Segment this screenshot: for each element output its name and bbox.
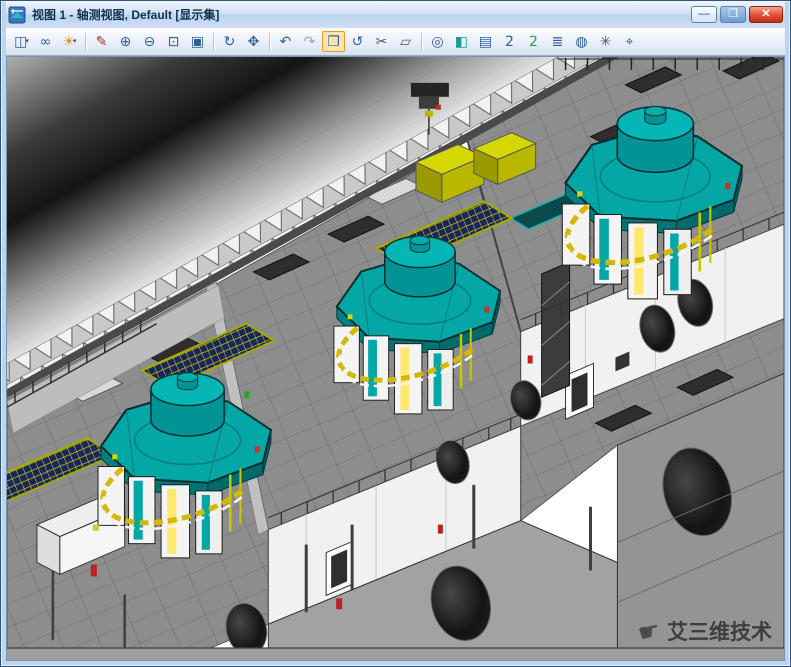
level-display-button[interactable]: ≣: [546, 31, 569, 52]
window-area-icon: ⊡: [168, 35, 180, 49]
toolbar-separator: [421, 33, 422, 51]
truss-column: [542, 262, 570, 397]
zoom-out-icon: ⊖: [144, 35, 156, 49]
close-button[interactable]: ✕: [749, 6, 783, 23]
clip-mask-icon: ▱: [400, 35, 411, 49]
rotate-view-button[interactable]: ↻: [218, 31, 241, 52]
pointing-hand-icon: ☛: [634, 614, 663, 648]
view-settings-button[interactable]: ✳: [594, 31, 617, 52]
zoom-in-button[interactable]: ⊕: [114, 31, 137, 52]
view-volume-button[interactable]: ◍: [570, 31, 593, 52]
toolbar-separator: [85, 33, 86, 51]
view-previous-icon: ↶: [280, 35, 292, 49]
zoom-out-button[interactable]: ⊖: [138, 31, 161, 52]
application-window: 视图 1 - 轴测视图, Default [显示集] — ❐ ✕ ◫▾ ∞ ☀▾ ✎ ⊕…: [0, 0, 791, 667]
markup-pencil-button[interactable]: ✎: [90, 31, 113, 52]
maximize-button[interactable]: ❐: [720, 6, 746, 23]
dropdown-caret-icon: ▾: [25, 38, 29, 45]
view-previous-button[interactable]: ↶: [274, 31, 297, 52]
view-settings-icon: ✳: [600, 35, 612, 49]
view-attributes-icon: ∞: [40, 35, 52, 49]
display-set-button[interactable]: ▤: [474, 31, 497, 52]
view-window-mode-button[interactable]: ◫▾: [10, 31, 33, 52]
clip-mask-button[interactable]: ▱: [394, 31, 417, 52]
pan-view-icon: ✥: [248, 35, 260, 49]
camera-view-button[interactable]: ◎: [426, 31, 449, 52]
view-sync-icon: 2: [529, 35, 538, 49]
view-number-button[interactable]: 2: [498, 31, 521, 52]
render-mode-button[interactable]: ◧: [450, 31, 473, 52]
window-area-button[interactable]: ⊡: [162, 31, 185, 52]
camera-view-icon: ◎: [431, 35, 443, 49]
update-view-icon: ↺: [352, 35, 364, 49]
fit-view-icon: ▣: [191, 35, 204, 49]
minimize-button[interactable]: —: [691, 6, 717, 23]
clip-volume-button[interactable]: ✂: [370, 31, 393, 52]
viewport-3d[interactable]: ☛ 艾三维技术: [6, 56, 785, 661]
locate-icon: ⌖: [626, 35, 634, 49]
update-view-button[interactable]: ↺: [346, 31, 369, 52]
markup-pencil-icon: ✎: [96, 35, 108, 49]
dropdown-caret-icon: ▾: [73, 38, 77, 45]
view-toolbar: ◫▾ ∞ ☀▾ ✎ ⊕ ⊖ ⊡ ▣ ↻ ✥ ↶ ↷ ❐ ↺ ✂ ▱ ◎ ◧ ▤ 2 2 ≣ ◍ ✳ ⌖: [6, 28, 785, 56]
view-attributes-button[interactable]: ∞: [34, 31, 57, 52]
copy-view-icon: ❐: [327, 35, 340, 49]
toolbar-separator: [269, 33, 270, 51]
view-number-icon: 2: [505, 35, 514, 49]
model-3d-view: [7, 57, 784, 660]
toolbar-separator: [213, 33, 214, 51]
copy-view-button[interactable]: ❐: [322, 31, 345, 52]
view-next-button[interactable]: ↷: [298, 31, 321, 52]
rotate-view-icon: ↻: [224, 35, 236, 49]
pan-view-button[interactable]: ✥: [242, 31, 265, 52]
fit-view-button[interactable]: ▣: [186, 31, 209, 52]
adjust-brightness-button[interactable]: ☀▾: [58, 31, 81, 52]
window-controls: — ❐ ✕: [691, 6, 783, 23]
level-display-icon: ≣: [552, 35, 564, 49]
app-icon: [8, 6, 26, 24]
window-title: 视图 1 - 轴测视图, Default [显示集]: [32, 6, 219, 23]
titlebar[interactable]: 视图 1 - 轴测视图, Default [显示集] — ❐ ✕: [6, 1, 785, 28]
watermark-text: 艾三维技术: [667, 616, 772, 646]
display-set-icon: ▤: [479, 35, 492, 49]
view-sync-button[interactable]: 2: [522, 31, 545, 52]
view-volume-icon: ◍: [575, 35, 587, 49]
clip-volume-icon: ✂: [376, 35, 388, 49]
zoom-in-icon: ⊕: [120, 35, 132, 49]
watermark: ☛ 艾三维技术: [638, 616, 772, 646]
render-mode-icon: ◧: [455, 35, 468, 49]
locate-button[interactable]: ⌖: [618, 31, 641, 52]
view-next-icon: ↷: [304, 35, 316, 49]
bottom-deck-band: [7, 648, 784, 660]
